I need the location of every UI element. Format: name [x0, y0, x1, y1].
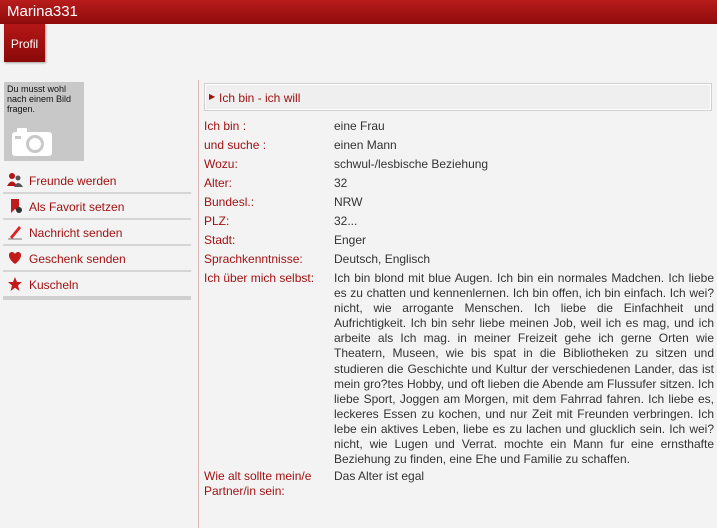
username-title: Marina331 [0, 0, 717, 24]
profile-row: Alter: 32 [204, 174, 714, 193]
tab-profil[interactable]: Profil [4, 24, 45, 62]
profile-row-age-preference: Wie alt sollte mein/e Partner/in sein: D… [204, 467, 714, 499]
age-preference-value: Das Alter ist egal [334, 469, 425, 484]
favorite-button[interactable]: Als Favorit setzen [3, 194, 191, 220]
pencil-icon [8, 226, 22, 240]
profile-value: Deutsch, Englisch [334, 252, 431, 266]
profile-label: Stadt: [204, 233, 236, 247]
send-gift-label: Geschenk senden [29, 252, 126, 266]
profile-value: schwul-/lesbische Beziehung [334, 157, 489, 171]
profile-label: PLZ: [204, 214, 230, 228]
section-header-ich-bin[interactable]: ▶ Ich bin - ich will [204, 83, 712, 111]
profile-details: Ich bin : eine Frau und suche : einen Ma… [204, 117, 714, 499]
profile-row: Bundesl.: NRW [204, 193, 714, 212]
about-text: Ich bin blond mit blue Augen. Ich bin ei… [334, 271, 714, 467]
profile-label: Sprachkenntnisse: [204, 252, 303, 266]
profile-label: und suche : [204, 138, 267, 152]
profile-actions: Freunde werden Als Favorit setzen Nachri… [3, 168, 191, 298]
triangle-right-icon: ▶ [209, 92, 216, 101]
profile-row: PLZ: 32... [204, 212, 714, 231]
send-message-label: Nachricht senden [29, 226, 123, 240]
profile-value: Enger [334, 233, 367, 247]
send-gift-button[interactable]: Geschenk senden [3, 246, 191, 272]
profile-row: und suche : einen Mann [204, 136, 714, 155]
bookmark-icon [11, 199, 22, 213]
age-preference-label: Wie alt sollte mein/e Partner/in sein: [204, 469, 312, 499]
favorite-label: Als Favorit setzen [29, 200, 125, 214]
profile-row: Sprachkenntnisse: Deutsch, Englisch [204, 250, 714, 269]
profile-label: Alter: [204, 176, 233, 190]
profile-value: NRW [334, 195, 363, 209]
star-icon [8, 277, 22, 291]
profile-row: Wozu: schwul-/lesbische Beziehung [204, 155, 714, 174]
content-divider [198, 80, 199, 528]
profile-row-about: Ich über mich selbst: Ich bin blond mit … [204, 269, 714, 467]
camera-icon [12, 128, 52, 156]
cuddle-label: Kuscheln [29, 278, 79, 292]
profile-photo-placeholder[interactable]: Du musst wohl nach einem Bild fragen. [4, 82, 84, 161]
profile-row: Ich bin : eine Frau [204, 117, 714, 136]
profile-label: Ich bin : [204, 119, 247, 133]
friend-request-button[interactable]: Freunde werden [3, 168, 191, 194]
friends-icon [7, 173, 23, 187]
gift-icon [8, 252, 22, 264]
profile-label: Bundesl.: [204, 195, 255, 209]
section-title: Ich bin - ich will [219, 91, 301, 105]
actions-divider [3, 296, 191, 300]
profile-row: Stadt: Enger [204, 231, 714, 250]
photo-notice: Du musst wohl nach einem Bild fragen. [7, 84, 72, 114]
friend-request-label: Freunde werden [29, 174, 117, 188]
profile-value: einen Mann [334, 138, 397, 152]
about-label: Ich über mich selbst: [204, 271, 315, 285]
profile-value: 32 [334, 176, 348, 190]
cuddle-button[interactable]: Kuscheln [3, 272, 191, 298]
profile-label: Wozu: [204, 157, 238, 171]
send-message-button[interactable]: Nachricht senden [3, 220, 191, 246]
profile-value: 32... [334, 214, 358, 228]
profile-value: eine Frau [334, 119, 385, 133]
